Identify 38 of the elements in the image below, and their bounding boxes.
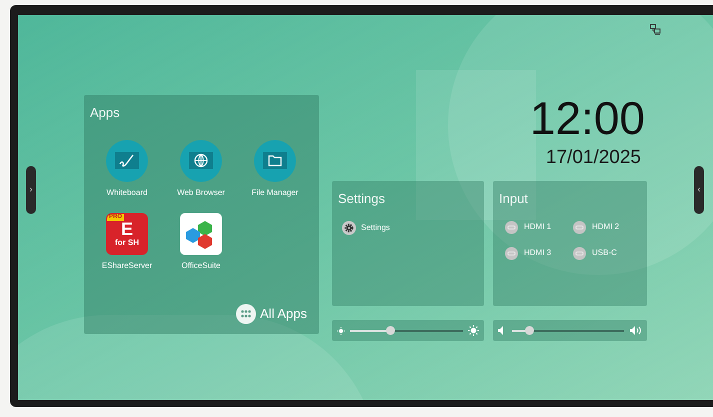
panel-title: Apps <box>90 104 121 122</box>
cubes-icon[interactable] <box>180 212 222 254</box>
sun-icon <box>468 325 479 336</box>
brightness-slider[interactable] <box>350 326 463 336</box>
speaker-icon <box>498 326 506 335</box>
folder-icon[interactable] <box>254 140 296 182</box>
input-source[interactable]: USB-C <box>573 246 641 260</box>
panel-title: Settings <box>338 190 386 208</box>
speaker-loud-icon <box>630 326 642 335</box>
settings-item[interactable]: Settings <box>342 220 478 234</box>
input-source[interactable]: HDMI 2 <box>573 220 641 234</box>
sun-icon <box>337 326 345 334</box>
app-label[interactable]: EShareServer <box>102 260 152 272</box>
logo-text: for SH <box>115 239 139 247</box>
side-panel-handle[interactable]: › <box>26 166 36 214</box>
gear-icon <box>342 220 356 234</box>
panel-title: Input <box>499 190 529 208</box>
slider-thumb[interactable] <box>524 326 534 335</box>
input-source[interactable]: HDMI 3 <box>505 246 573 260</box>
globe-icon[interactable] <box>180 140 222 182</box>
slider-thumb[interactable] <box>386 326 395 335</box>
app-label[interactable]: Whiteboard <box>106 186 148 198</box>
network-icon <box>650 24 661 35</box>
port-icon <box>505 220 518 234</box>
grid-icon <box>236 304 256 324</box>
clock-time: 12:00 <box>530 95 645 141</box>
clock-date: 17/01/2025 <box>546 147 642 169</box>
app-label[interactable]: Web Browser <box>177 186 225 198</box>
side-panel-handle[interactable]: ‹ <box>694 166 704 214</box>
logo-letter: E <box>120 220 133 238</box>
input-source[interactable]: HDMI 1 <box>505 220 573 234</box>
volume-slider[interactable] <box>512 326 624 336</box>
port-icon <box>573 220 586 234</box>
port-icon <box>573 246 586 260</box>
all-apps-button[interactable]: All Apps <box>236 304 307 324</box>
port-icon <box>505 246 518 260</box>
app-label[interactable]: File Manager <box>252 186 298 198</box>
app-label[interactable]: OfficeSuite <box>182 260 220 272</box>
